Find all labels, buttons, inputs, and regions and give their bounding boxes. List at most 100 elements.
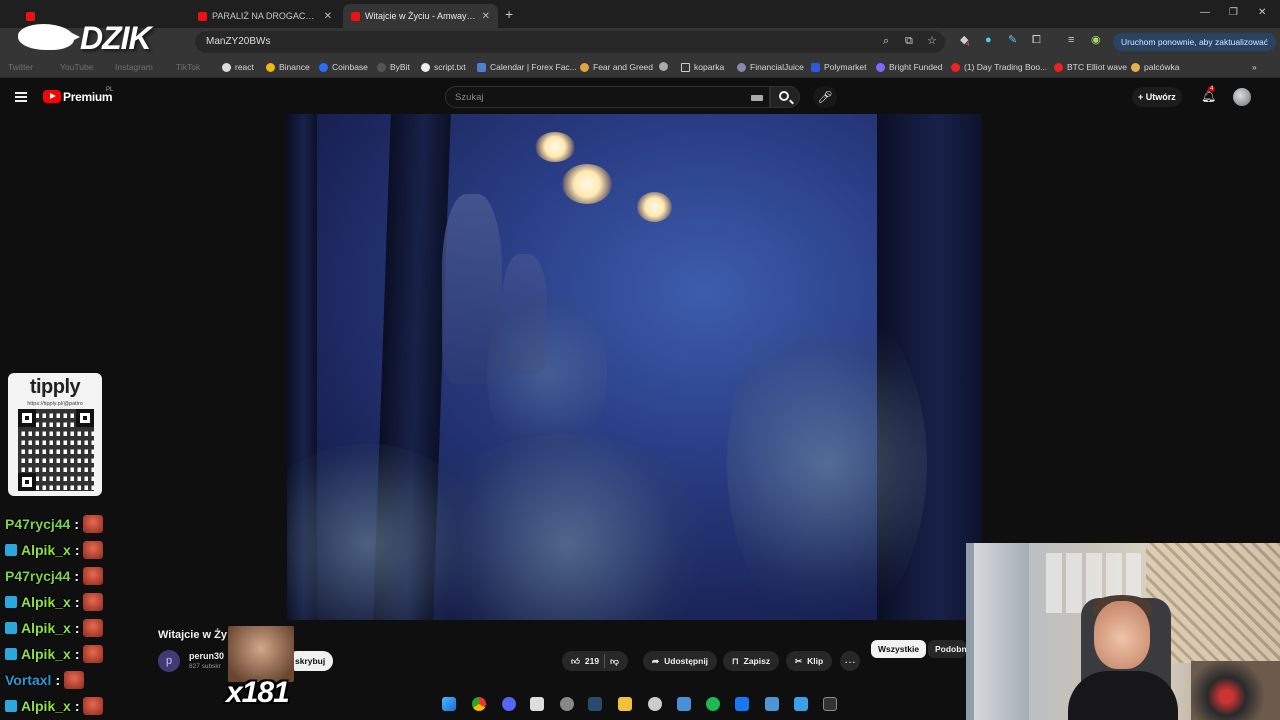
bybit-icon [377,62,386,72]
bookmark-instagram[interactable]: Instagram [115,62,153,72]
address-bar[interactable]: ManZY20BWs ⌕ ⧉ ☆ [195,31,945,53]
youtube-favicon-icon [26,11,35,21]
app-icon[interactable] [530,697,544,711]
bookmark-twitter[interactable]: Twitter [8,62,33,72]
minimize-icon[interactable]: — [1200,7,1210,18]
bookmark-script[interactable]: script.txt [421,62,466,72]
bookmark-bright-funded[interactable]: Bright Funded [876,62,942,72]
region-code: PL [106,87,114,93]
bookmark-palcowka[interactable]: palcówka [1131,62,1179,72]
bookmark-react[interactable]: react [222,62,254,72]
dropbox-icon[interactable] [735,697,749,711]
user-avatar[interactable] [1233,88,1251,106]
channel-avatar[interactable]: p [158,650,180,672]
install-icon[interactable]: ⧉ [905,36,913,47]
terminal-icon[interactable] [823,697,837,711]
profile-icon[interactable]: ◉ [1091,35,1101,46]
bookmark-tiktok[interactable]: TikTok [176,62,200,72]
bookmark-forex-calendar[interactable]: Calendar | Forex Fac... [477,62,577,72]
chip-all[interactable]: Wszystkie [871,640,927,658]
bookmarks-overflow-icon[interactable]: » [1252,62,1257,72]
bookmark-star-icon[interactable]: ☆ [927,36,937,47]
extension-icon[interactable]: ● [985,35,992,46]
bookmark-btc-elliot[interactable]: BTC Elliot wave [1054,62,1127,72]
search-placeholder: Szukaj [455,92,484,103]
windows-start-icon[interactable] [442,697,456,711]
financialjuice-icon [737,62,746,72]
search-icon [779,91,789,101]
tab-2[interactable]: PARALIŻ NA DROGACH. ATAK Z... ✕ [190,4,340,28]
file-explorer-icon[interactable] [618,697,632,711]
chat-separator: : [74,646,80,662]
bookmark-folder-koparka[interactable]: koparka [681,62,724,72]
hamburger-menu-icon[interactable] [15,92,27,102]
subscriber-badge-icon [5,622,17,634]
bookmark-coinbase[interactable]: Coinbase [319,62,368,72]
app-icon[interactable] [677,697,691,711]
bookmark-financialjuice[interactable]: FinancialJuice [737,62,804,72]
torch-flame [637,192,672,222]
keyboard-icon[interactable] [751,95,763,101]
bookmark-day-trading[interactable]: (1) Day Trading Boo... [951,62,1047,72]
tab-search-icon[interactable]: ≡ [1068,35,1074,46]
tab-label: PARALIŻ NA DROGACH. ATAK Z... [212,11,319,21]
youtube-premium-label[interactable]: Premium [63,90,113,104]
thumbs-up-icon: 👍︎ [571,656,580,666]
foliage [727,294,927,620]
tab-3-active[interactable]: Witajcie w Życiu - Amway - You ✕ [343,4,498,28]
notepad-icon[interactable] [765,697,779,711]
new-tab-icon[interactable]: + [505,6,513,22]
bookmark-bybit[interactable]: ByBit [377,62,410,72]
chat-emote-icon [64,671,85,689]
chat-message: Alpik_x: [5,696,104,716]
youtube-header: Premium PL Szukaj 🎤︎ + Utwórz 🔔︎ 4 [0,80,1280,114]
windows-taskbar [420,690,850,720]
chrome-icon[interactable] [472,697,486,711]
chip-related[interactable]: Podobne [928,640,966,658]
thumbs-down-icon: 👎︎ [610,656,619,666]
search-button[interactable] [770,86,800,108]
youtube-logo-icon[interactable] [43,90,61,103]
bookmark-globe[interactable] [659,62,672,71]
dislike-button[interactable]: 👎︎ [610,651,619,671]
bookmark-binance[interactable]: Binance [266,62,310,72]
chat-separator: : [74,698,80,714]
torch-flame [535,132,575,162]
save-button[interactable]: ⊓ Zapisz [723,651,780,671]
like-button[interactable]: 👍︎ 219 [571,651,599,671]
obs-icon[interactable] [560,697,574,711]
discord-icon[interactable] [502,697,516,711]
extension-icon[interactable]: ✎ [1008,35,1017,46]
clip-button[interactable]: ✂ Klip [786,651,833,671]
close-tab-icon[interactable]: ✕ [482,11,490,22]
channel-name[interactable]: perun30 [189,651,224,661]
extensions-puzzle-icon[interactable]: ⧠ [1032,35,1041,46]
plus-icon: + [1138,92,1146,102]
spotify-icon[interactable] [706,697,720,711]
search-input[interactable]: Szukaj [445,86,770,108]
bookmark-polymarket[interactable]: Polymarket [811,62,867,72]
bookmark-youtube[interactable]: YouTube [60,62,93,72]
share-button[interactable]: ➦ Udostępnij [643,651,718,671]
chat-separator: : [74,568,80,584]
streamer-face [1094,601,1150,669]
video-player[interactable] [287,114,982,620]
chat-separator: : [74,542,80,558]
restore-icon[interactable]: ❐ [1229,7,1238,18]
bookmark-fear-greed[interactable]: Fear and Greed [580,62,653,72]
create-button[interactable]: + Utwórz [1132,87,1182,107]
chat-message: Alpik_x: [5,592,104,612]
update-browser-button[interactable]: Uruchom ponownie, aby zaktualizować [1113,33,1276,51]
zoom-icon[interactable]: ⌕ [883,36,889,47]
steam-icon[interactable] [588,697,602,711]
ccleaner-icon[interactable] [648,697,662,711]
extension-badge: 4 [966,42,970,48]
more-actions-icon[interactable]: … [840,651,860,671]
channel-subscribers: 827 subskr [189,663,221,670]
chat-username: P47rycj44 [5,568,71,584]
photos-icon[interactable] [794,697,808,711]
browser-toolbar: ManZY20BWs ⌕ ⧉ ☆ ◆ 4 ● ✎ ⧠ ≡ ◉ ⋮ [0,28,1280,56]
close-tab-icon[interactable]: ✕ [324,11,332,22]
voice-search-mic-icon[interactable]: 🎤︎ [813,86,837,108]
close-window-icon[interactable]: ✕ [1258,7,1266,18]
